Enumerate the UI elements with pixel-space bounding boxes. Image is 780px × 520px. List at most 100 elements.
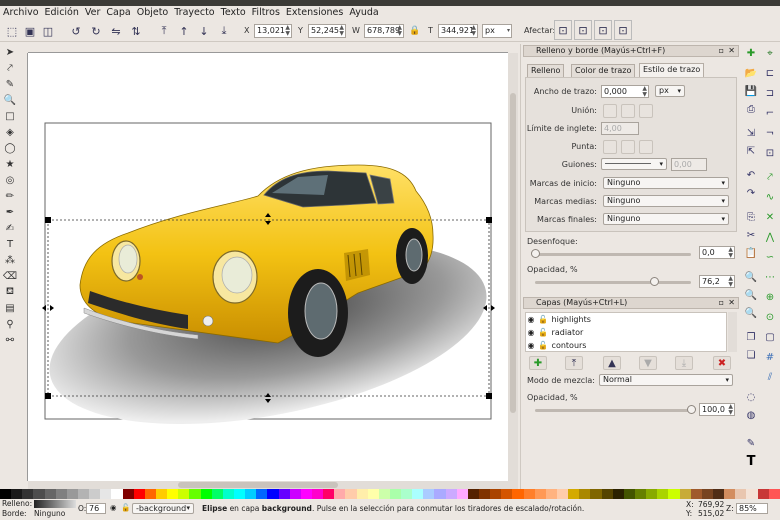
snap-smooth-icon[interactable]: ∽ <box>763 250 777 264</box>
snap-rotation-center-icon[interactable]: ⊙ <box>763 310 777 324</box>
layer-to-bottom-button[interactable]: ⤓ <box>675 356 693 370</box>
zoom-drawing-icon[interactable]: 🔍 <box>744 288 758 302</box>
snap-bbox-center-icon[interactable]: ⊡ <box>763 146 777 160</box>
palette-swatch[interactable] <box>311 489 324 499</box>
horizontal-scroll-thumb[interactable] <box>178 482 338 488</box>
menu-edicion[interactable]: Edición <box>42 6 82 20</box>
layer-opacity-field[interactable]: 100,0 ▲ ▼ <box>699 403 735 416</box>
palette-swatch[interactable] <box>11 489 23 499</box>
blur-field[interactable]: 0,0 ▲ ▼ <box>699 246 735 259</box>
palette-swatch[interactable] <box>657 489 669 499</box>
palette-swatch[interactable] <box>22 489 34 499</box>
palette-swatch[interactable] <box>445 489 457 499</box>
eraser-tool-icon[interactable]: ⌫ <box>2 269 18 284</box>
palette-swatch[interactable] <box>222 489 234 499</box>
zoom-selection-icon[interactable]: 🔍 <box>744 270 758 284</box>
palette-swatch[interactable] <box>267 489 279 499</box>
palette-swatch[interactable] <box>590 489 602 499</box>
palette-swatch[interactable] <box>523 489 535 499</box>
palette-swatch[interactable] <box>55 489 67 499</box>
layer-to-top-button[interactable]: ⤒ <box>565 356 583 370</box>
palette-swatch[interactable] <box>467 489 480 499</box>
drawing-canvas[interactable] <box>28 53 508 481</box>
affect-gradients-icon[interactable]: ⊡ <box>594 20 612 40</box>
palette-swatch[interactable] <box>300 489 312 499</box>
palette-swatch[interactable] <box>746 489 758 499</box>
import-icon[interactable]: ⇲ <box>744 126 758 140</box>
miter-limit-field[interactable]: 4,00 <box>601 122 639 135</box>
palette-swatch[interactable] <box>200 489 212 499</box>
ungroup-icon[interactable]: ◍ <box>744 408 758 422</box>
w-field[interactable]: 678,789 ▲ ▼ <box>364 24 404 38</box>
palette-swatch[interactable] <box>189 489 201 499</box>
current-layer-select[interactable]: -background ▾ <box>132 503 194 514</box>
flip-horizontal-icon[interactable]: ⇋ <box>108 23 124 39</box>
palette-swatch[interactable] <box>401 489 413 499</box>
text-dialog-icon[interactable]: T <box>744 454 758 469</box>
layers-header[interactable]: Capas (Mayús+Ctrl+L) ▫ ✕ <box>523 297 739 309</box>
redo-icon[interactable]: ↷ <box>744 186 758 200</box>
affect-stroke-width-icon[interactable]: ⊡ <box>554 20 572 40</box>
end-markers-select[interactable]: Ninguno ▾ <box>603 213 729 225</box>
menu-ver[interactable]: Ver <box>82 6 104 20</box>
object-opacity-slider[interactable] <box>535 281 691 284</box>
join-miter-button[interactable] <box>603 104 617 118</box>
open-icon[interactable]: 📂 <box>744 66 758 80</box>
rectangle-tool-icon[interactable]: □ <box>2 109 18 124</box>
palette-swatch[interactable] <box>389 489 402 499</box>
palette-swatch[interactable] <box>512 489 524 499</box>
x-field[interactable]: 13,021 ▲ ▼ <box>254 24 292 38</box>
palette-swatch[interactable] <box>724 489 736 499</box>
lock-icon[interactable]: 🔓 <box>537 339 549 352</box>
spiral-tool-icon[interactable]: ◎ <box>2 173 18 188</box>
join-bevel-button[interactable] <box>639 104 653 118</box>
palette-swatch[interactable] <box>111 489 123 499</box>
menu-filtros[interactable]: Filtros <box>249 6 283 20</box>
join-round-button[interactable] <box>621 104 635 118</box>
snap-bbox-midpoint-icon[interactable]: ¬ <box>763 126 777 140</box>
snap-intersections-icon[interactable]: ✕ <box>763 210 777 224</box>
raise-icon[interactable]: ↑ <box>176 23 192 39</box>
handle-ne[interactable] <box>486 217 492 223</box>
object-opacity-knob[interactable] <box>649 277 659 286</box>
menu-archivo[interactable]: Archivo <box>0 6 42 20</box>
palette-swatch[interactable] <box>768 489 780 499</box>
palette-swatch[interactable] <box>679 489 691 499</box>
eye-icon[interactable]: ◉ <box>110 503 117 512</box>
palette-swatch[interactable] <box>735 489 747 499</box>
deselect-icon[interactable]: ◫ <box>40 23 56 39</box>
mid-markers-select[interactable]: Ninguno ▾ <box>603 195 729 207</box>
lower-to-bottom-icon[interactable]: ⤓ <box>216 23 232 39</box>
menu-ayuda[interactable]: Ayuda <box>346 6 381 20</box>
print-icon[interactable]: ⎙ <box>744 102 758 116</box>
palette-swatch[interactable] <box>100 489 112 499</box>
palette-swatch[interactable] <box>144 489 156 499</box>
dropper-tool-icon[interactable]: ⚲ <box>2 317 18 332</box>
palette-swatch[interactable] <box>122 489 134 499</box>
palette-swatch[interactable] <box>757 489 769 499</box>
calligraphy-tool-icon[interactable]: ✍ <box>2 221 18 236</box>
menu-objeto[interactable]: Objeto <box>134 6 172 20</box>
stroke-indicator-value[interactable]: Ninguno <box>34 509 65 519</box>
palette-swatch[interactable] <box>579 489 591 499</box>
menu-extensiones[interactable]: Extensiones <box>283 6 346 20</box>
eye-icon[interactable]: ◉ <box>525 339 537 352</box>
snap-page-border-icon[interactable]: ▢ <box>763 330 777 344</box>
pencil-tool-icon[interactable]: ✏ <box>2 189 18 204</box>
palette-swatch[interactable] <box>256 489 268 499</box>
unit-select[interactable]: px ▾ <box>482 24 512 38</box>
palette-swatch[interactable] <box>323 489 335 499</box>
palette-swatch[interactable] <box>545 489 558 499</box>
lock-icon[interactable]: 🔓 <box>537 326 549 339</box>
fill-indicator-swatch[interactable] <box>34 500 76 508</box>
paste-icon[interactable]: 📋 <box>744 246 758 260</box>
palette-swatch[interactable] <box>690 489 702 499</box>
blur-slider-knob[interactable] <box>531 249 540 258</box>
snap-bbox-edge-icon[interactable]: ⊐ <box>763 86 777 100</box>
snap-cusp-icon[interactable]: ⋀ <box>763 230 777 244</box>
fill-stroke-header[interactable]: Relleno y borde (Mayús+Ctrl+F) ▫ ✕ <box>523 45 739 57</box>
zoom-page-icon[interactable]: 🔍 <box>744 306 758 320</box>
lock-icon[interactable]: 🔒 <box>407 23 423 39</box>
tab-stroke-style[interactable]: Estilo de trazo <box>639 63 705 77</box>
ellipse-tool-icon[interactable]: ◯ <box>2 141 18 156</box>
